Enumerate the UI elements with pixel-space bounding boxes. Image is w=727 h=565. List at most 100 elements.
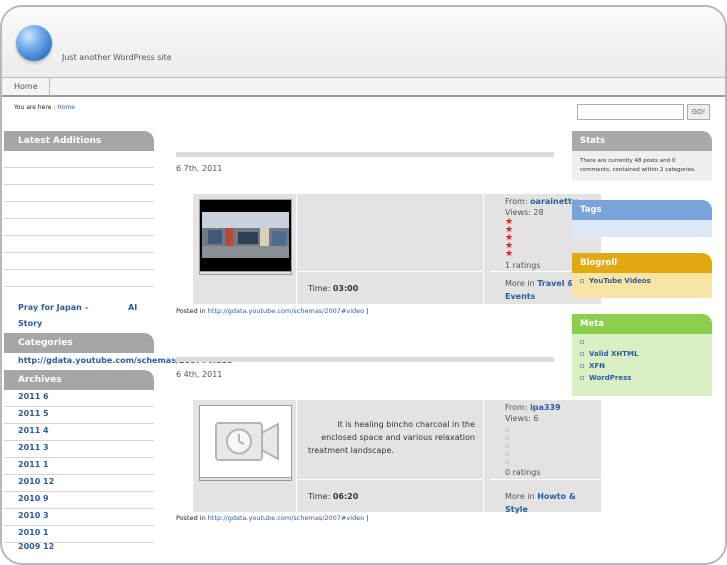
from-label: From: xyxy=(505,197,531,206)
from-label: From: xyxy=(505,403,531,412)
latest-row xyxy=(4,202,154,219)
post-date: 6 4th, 2011 xyxy=(176,370,223,379)
latest-row xyxy=(4,236,154,253)
blogroll-widget: Blogroll YouTube Videos xyxy=(572,253,712,298)
meta-list: Valid XHTML XFN WordPress xyxy=(572,334,712,390)
bullet-icon xyxy=(580,340,584,344)
archive-row: 2010 3 xyxy=(4,509,154,526)
video-time: Time: 06:20 xyxy=(298,479,484,512)
video-description: It is healing bincho charcoal in the enc… xyxy=(308,420,475,455)
blogroll-list: YouTube Videos xyxy=(572,273,712,293)
bullet-icon xyxy=(580,279,584,283)
post-date-bar xyxy=(176,152,554,157)
archive-link[interactable]: 2011 1 xyxy=(18,460,49,469)
bullet-icon xyxy=(580,352,584,356)
categories-heading: Categories xyxy=(4,333,154,353)
meta-item xyxy=(580,336,704,348)
rating-star-empty-icon: ▫ xyxy=(505,450,510,458)
rating-star-empty-icon: ▫ xyxy=(505,434,510,442)
archive-link[interactable]: 2010 3 xyxy=(18,511,49,520)
archive-row: 2011 5 xyxy=(4,407,154,424)
video-camera-icon xyxy=(215,422,279,461)
video-thumbnail[interactable] xyxy=(199,405,292,478)
video-thumbnail[interactable] xyxy=(199,199,292,272)
rating-star-empty-icon: ▫ xyxy=(505,458,510,466)
latest-row xyxy=(4,270,154,287)
more-label: More in xyxy=(505,492,538,501)
site-logo[interactable] xyxy=(16,25,52,61)
video-author-link[interactable]: ipa339 xyxy=(530,403,561,412)
archive-link[interactable]: 2010 12 xyxy=(18,477,54,486)
video-views: Views: 6 xyxy=(505,414,539,423)
archive-row: 2011 1 xyxy=(4,458,154,475)
latest-post-link-suffix[interactable]: AI xyxy=(128,303,137,312)
archive-row: 2010 9 xyxy=(4,492,154,509)
stats-widget: Stats There are currently 48 posts and 0… xyxy=(572,131,712,181)
video-category: More in Howto & Style xyxy=(491,479,601,514)
post-date-bar xyxy=(176,357,554,362)
archive-link[interactable]: 2011 4 xyxy=(18,426,49,435)
post-date: 6 7th, 2011 xyxy=(176,164,223,173)
search-input[interactable] xyxy=(577,104,684,120)
meta-item[interactable]: WordPress xyxy=(580,372,704,384)
video-card: From: oarainettv Views: 28 ★ ★ ★ ★ ★ 1 r… xyxy=(193,194,601,304)
latest-row xyxy=(4,151,154,168)
meta-item[interactable]: Valid XHTML xyxy=(580,348,704,360)
meta-heading: Meta xyxy=(572,314,712,334)
video-from: From: ipa339 xyxy=(491,402,601,413)
meta-widget: Meta Valid XHTML XFN WordPress xyxy=(572,314,712,396)
latest-post-link-line2[interactable]: Story xyxy=(18,319,42,328)
video-card: It is healing bincho charcoal in the enc… xyxy=(193,400,601,514)
video-author-link[interactable]: oarainettv xyxy=(530,197,577,206)
meta-link[interactable]: WordPress xyxy=(589,374,631,382)
nav-home-link[interactable]: Home xyxy=(2,78,50,96)
video-ratings: 0 ratings xyxy=(505,468,541,477)
meta-link[interactable]: XFN xyxy=(589,362,605,370)
latest-row xyxy=(4,253,154,270)
site-header: Just another WordPress site xyxy=(2,7,725,77)
bullet-icon xyxy=(580,376,584,380)
latest-row xyxy=(4,219,154,236)
stats-text: There are currently 48 posts and 0 comme… xyxy=(580,158,696,173)
archive-link[interactable]: 2009 12 xyxy=(18,542,54,551)
latest-post-link[interactable]: Pray for Japan – xyxy=(18,303,89,312)
video-time: Time: 03:00 xyxy=(298,271,484,304)
archive-row: 2010 12 xyxy=(4,475,154,492)
video-description-cell xyxy=(298,194,484,271)
search-button[interactable]: GO! xyxy=(687,104,710,120)
posted-category-link[interactable]: http://gdata.youtube.com/schemas/2007#vi… xyxy=(208,307,364,315)
video-duration: 06:20 xyxy=(332,492,359,501)
tags-widget: Tags xyxy=(572,200,712,237)
thumbnail-shadow xyxy=(199,478,292,481)
archive-link[interactable]: 2011 6 xyxy=(18,392,49,401)
latest-additions-heading: Latest Additions xyxy=(4,131,154,151)
blogroll-link[interactable]: YouTube Videos xyxy=(589,277,651,285)
archive-link[interactable]: 2010 9 xyxy=(18,494,49,503)
archive-row: 2011 6 xyxy=(4,390,154,407)
posted-category-link[interactable]: http://gdata.youtube.com/schemas/2007#vi… xyxy=(208,514,364,522)
blogroll-heading: Blogroll xyxy=(572,253,712,273)
video-duration: 03:00 xyxy=(332,284,359,293)
posted-suffix: | xyxy=(364,514,369,522)
main-nav: Home xyxy=(2,77,725,97)
video-description xyxy=(298,194,483,206)
archive-link[interactable]: 2010 1 xyxy=(18,528,49,537)
thumbnail-shadow xyxy=(199,272,292,275)
posted-label: Posted in xyxy=(176,307,208,315)
blogroll-item[interactable]: YouTube Videos xyxy=(580,275,704,287)
rating-star-empty-icon: ▫ xyxy=(505,426,510,434)
breadcrumb-home-link[interactable]: Home xyxy=(57,104,75,111)
breadcrumb: You are here : Home xyxy=(14,104,75,111)
meta-link[interactable]: Valid XHTML xyxy=(589,350,638,358)
post-footer: Posted in http://gdata.youtube.com/schem… xyxy=(176,514,368,522)
meta-item[interactable]: XFN xyxy=(580,360,704,372)
video-thumbnail-cell xyxy=(193,400,297,512)
time-label: Time: xyxy=(308,284,333,293)
breadcrumb-prefix: You are here : xyxy=(14,104,58,111)
archive-link[interactable]: 2011 5 xyxy=(18,409,49,418)
time-label: Time: xyxy=(308,492,333,501)
archive-link[interactable]: 2011 3 xyxy=(18,443,49,452)
archive-row: 2011 4 xyxy=(4,424,154,441)
rating-star-empty-icon: ▫ xyxy=(505,442,510,450)
stats-heading: Stats xyxy=(572,131,712,151)
